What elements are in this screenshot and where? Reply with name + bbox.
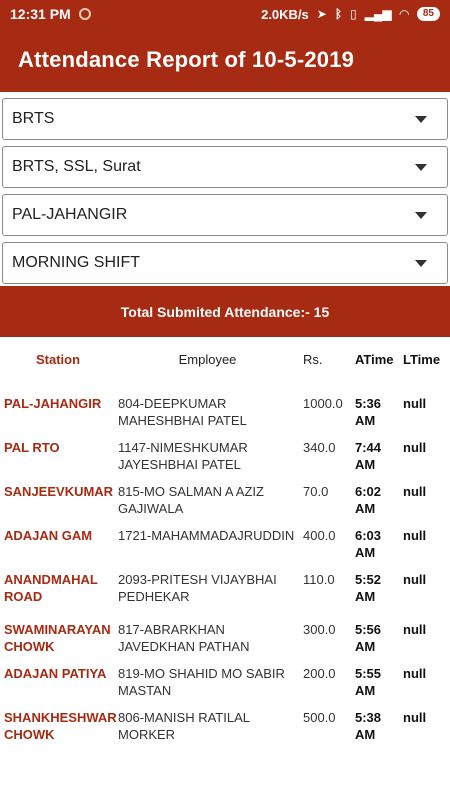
dropdown-arrow-icon xyxy=(415,259,427,267)
cell-ltime: null xyxy=(403,710,427,725)
table-header: Station Employee Rs. ATime LTime xyxy=(0,337,450,381)
table-row[interactable]: PAL RTO 1147-NIMESHKUMAR JAYESHBHAI PATE… xyxy=(0,439,450,483)
dropdown-arrow-icon xyxy=(415,211,427,219)
table-row[interactable]: ADAJAN GAM 1721-MAHAMMADAJRUDDIN 400.0 6… xyxy=(0,527,450,571)
header-ltime: LTime xyxy=(403,351,441,367)
dropdown-arrow-icon xyxy=(415,163,427,171)
table-row[interactable]: ADAJAN PATIYA 819-MO SHAHID MO SABIR MAS… xyxy=(0,665,450,709)
cell-employee: 1721-MAHAMMADAJRUDDIN xyxy=(118,528,295,543)
cell-rs: 110.0 xyxy=(303,572,335,587)
cell-station: ADAJAN GAM xyxy=(4,528,93,543)
cell-ltime: null xyxy=(403,440,427,455)
header-employee: Employee xyxy=(178,351,237,367)
cell-employee: 2093-PRITESH VIJAYBHAI PEDHEKAR xyxy=(118,572,277,604)
table-row[interactable]: PAL-JAHANGIR 804-DEEPKUMAR MAHESHBHAI PA… xyxy=(0,395,450,439)
cell-employee: 1147-NIMESHKUMAR JAYESHBHAI PATEL xyxy=(118,440,248,472)
shift-select-value: MORNING SHIFT xyxy=(12,254,140,271)
status-bar: 12:31 PM 2.0KB/s ➤ ᛒ ▯ ▂▄▆ ◠ 85 xyxy=(0,0,450,28)
station-select-value: PAL-JAHANGIR xyxy=(12,206,128,223)
dropdown-arrow-icon xyxy=(415,115,427,123)
cell-atime: 5:52 AM xyxy=(355,572,382,604)
cell-rs: 200.0 xyxy=(303,666,336,681)
vibrate-icon: ▯ xyxy=(350,7,357,21)
cell-station: SHANKHESHWAR CHOWK xyxy=(4,710,117,742)
cell-station: PAL RTO xyxy=(4,440,60,455)
app-bar: Attendance Report of 10-5-2019 xyxy=(0,28,450,92)
cell-rs: 500.0 xyxy=(303,710,336,725)
cell-employee: 817-ABRARKHAN JAVEDKHAN PATHAN xyxy=(118,622,250,654)
table-body: PAL-JAHANGIR 804-DEEPKUMAR MAHESHBHAI PA… xyxy=(0,381,450,753)
wifi-icon: ◠ xyxy=(399,7,409,21)
cell-employee: 819-MO SHAHID MO SABIR MASTAN xyxy=(118,666,285,698)
cell-atime: 5:56 AM xyxy=(355,622,382,654)
table-row[interactable]: SWAMINARAYAN CHOWK 817-ABRARKHAN JAVEDKH… xyxy=(0,621,450,665)
cell-ltime: null xyxy=(403,484,427,499)
attendance-summary: Total Submited Attendance:- 15 xyxy=(0,286,450,337)
cell-station: SANJEEVKUMAR xyxy=(4,484,114,499)
cell-atime: 5:55 AM xyxy=(355,666,382,698)
summary-text: Total Submited Attendance:- 15 xyxy=(120,303,330,320)
cell-rs: 340.0 xyxy=(303,440,336,455)
bluetooth-icon: ᛒ xyxy=(334,7,343,21)
network-speed: 2.0KB/s xyxy=(261,6,309,22)
cell-rs: 400.0 xyxy=(303,528,336,543)
cell-employee: 804-DEEPKUMAR MAHESHBHAI PATEL xyxy=(118,396,247,428)
cell-ltime: null xyxy=(403,396,427,411)
status-time: 12:31 PM xyxy=(10,6,71,22)
cell-station: ANANDMAHAL ROAD xyxy=(4,572,98,604)
status-right: 2.0KB/s ➤ ᛒ ▯ ▂▄▆ ◠ 85 xyxy=(261,7,440,22)
cell-atime: 6:02 AM xyxy=(355,484,382,516)
organization-select[interactable]: BRTS, SSL, Surat xyxy=(2,146,448,188)
location-icon: ➤ xyxy=(316,7,327,21)
header-rs: Rs. xyxy=(303,351,323,367)
cell-ltime: null xyxy=(403,666,427,681)
table-row[interactable]: SANJEEVKUMAR 815-MO SALMAN A AZIZ GAJIWA… xyxy=(0,483,450,527)
cell-atime: 6:03 AM xyxy=(355,528,382,560)
cell-ltime: null xyxy=(403,622,427,637)
cell-rs: 1000.0 xyxy=(303,396,343,411)
filter-selectors: BRTS BRTS, SSL, Surat PAL-JAHANGIR MORNI… xyxy=(0,98,450,284)
cell-atime: 5:36 AM xyxy=(355,396,382,428)
header-station: Station xyxy=(35,351,81,367)
attendance-table: Station Employee Rs. ATime LTime PAL-JAH… xyxy=(0,337,450,753)
cell-station: PAL-JAHANGIR xyxy=(4,396,102,411)
cell-ltime: null xyxy=(403,572,427,587)
system-select-value: BRTS xyxy=(12,110,55,127)
cell-station: ADAJAN PATIYA xyxy=(4,666,107,681)
shift-select[interactable]: MORNING SHIFT xyxy=(2,242,448,284)
battery-icon: 85 xyxy=(416,7,440,21)
cell-atime: 5:38 AM xyxy=(355,710,382,742)
organization-select-value: BRTS, SSL, Surat xyxy=(12,158,141,175)
signal-icon: ▂▄▆ xyxy=(364,7,392,21)
page-title: Attendance Report of 10-5-2019 xyxy=(18,47,355,72)
cell-employee: 806-MANISH RATILAL MORKER xyxy=(118,710,250,742)
cell-rs: 70.0 xyxy=(303,484,329,499)
sync-icon xyxy=(78,8,91,20)
cell-ltime: null xyxy=(403,528,427,543)
cell-station: SWAMINARAYAN CHOWK xyxy=(4,622,111,654)
table-row[interactable]: SHANKHESHWAR CHOWK 806-MANISH RATILAL MO… xyxy=(0,709,450,753)
header-atime: ATime xyxy=(355,351,394,367)
cell-rs: 300.0 xyxy=(303,622,336,637)
table-row[interactable]: ANANDMAHAL ROAD 2093-PRITESH VIJAYBHAI P… xyxy=(0,571,450,621)
cell-atime: 7:44 AM xyxy=(355,440,382,472)
station-select[interactable]: PAL-JAHANGIR xyxy=(2,194,448,236)
cell-employee: 815-MO SALMAN A AZIZ GAJIWALA xyxy=(118,484,264,516)
system-select[interactable]: BRTS xyxy=(2,98,448,140)
